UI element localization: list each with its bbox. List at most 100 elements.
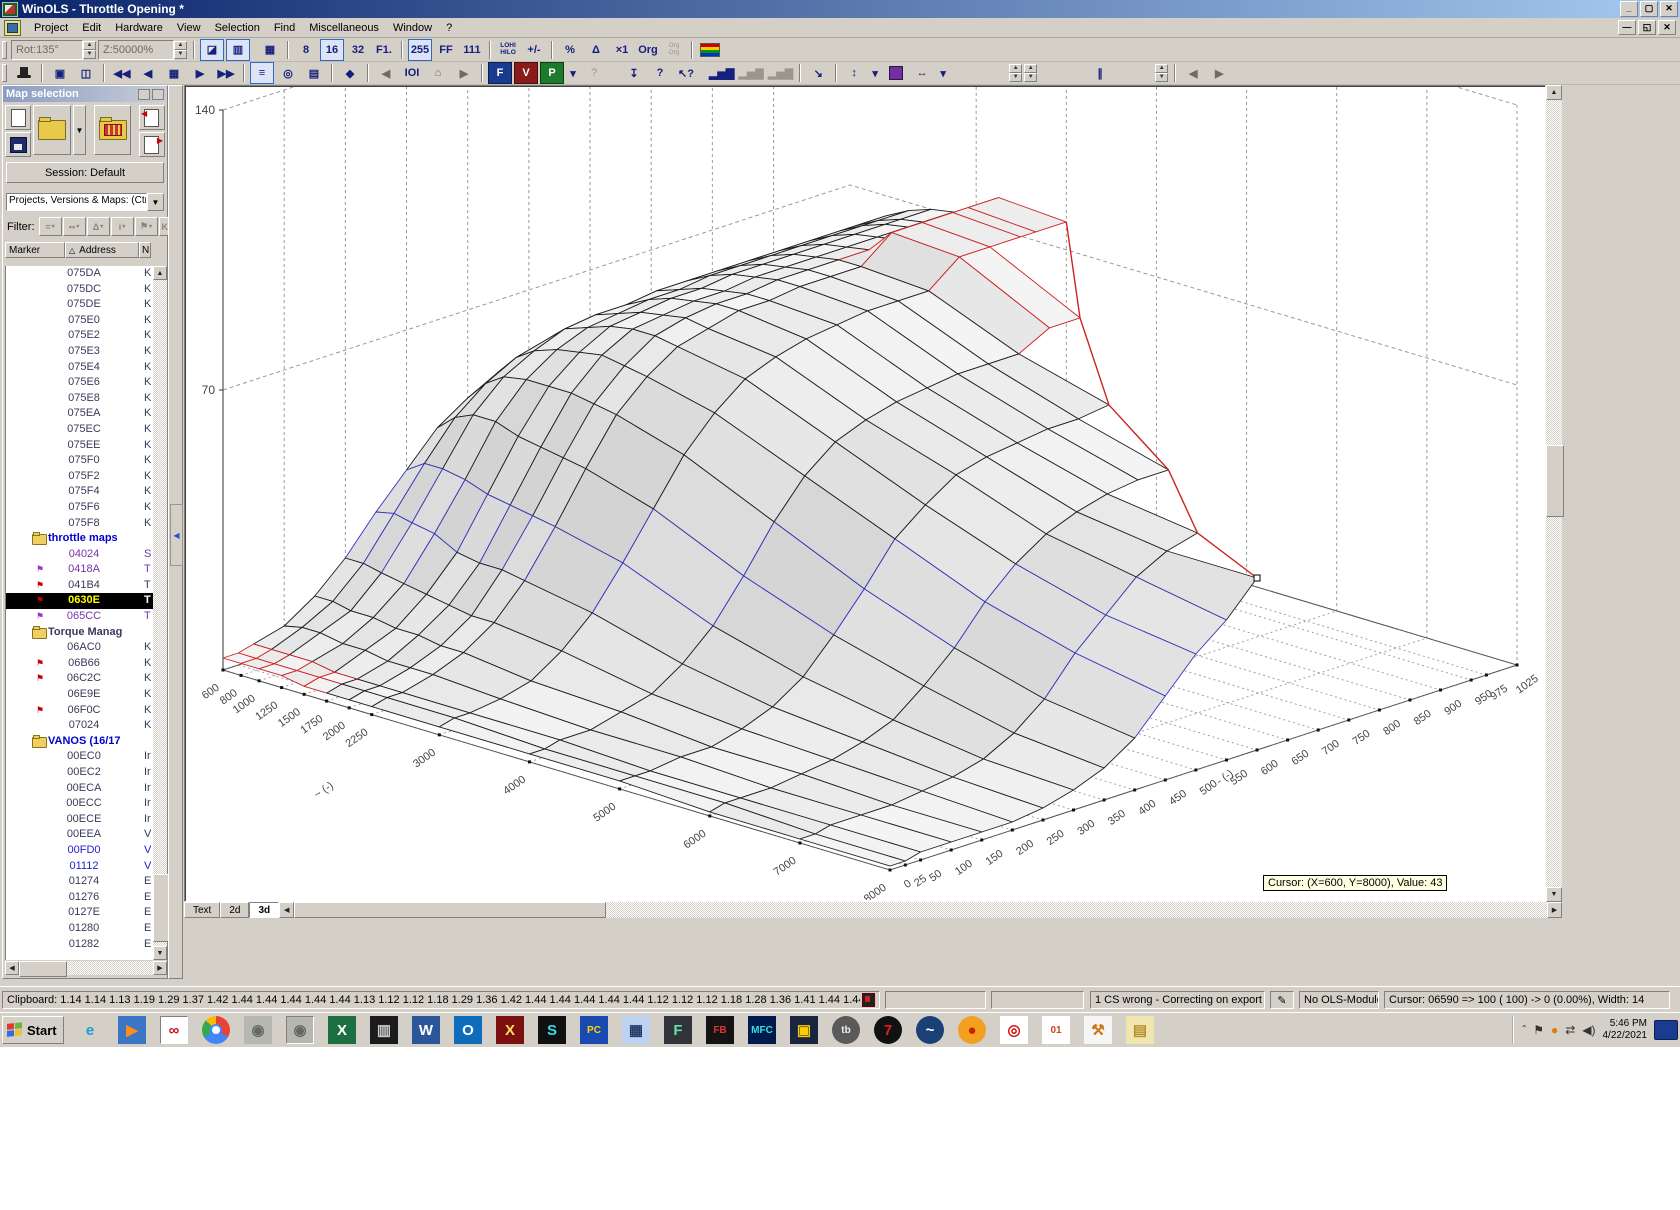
map-row[interactable]: 075DEK [6, 297, 154, 313]
tb-icon[interactable]: tb [832, 1016, 860, 1044]
map-wizard-button[interactable]: ▂▅▇ [708, 62, 735, 84]
outlook-icon[interactable]: O [454, 1016, 482, 1044]
map-row[interactable]: ⚑06B66K [6, 656, 154, 672]
auto-import-button[interactable]: ↧ [622, 62, 646, 84]
tray-network-icon[interactable]: ⇄ [1565, 1023, 1575, 1037]
tray-volume-icon[interactable]: ◀) [1582, 1023, 1595, 1037]
column-header-address[interactable]: △Address [65, 242, 139, 258]
next-map-button[interactable]: ▶ [188, 62, 212, 84]
map-row[interactable]: 01280E [6, 921, 154, 937]
hex-view-button[interactable]: FF [434, 39, 458, 61]
original-button[interactable]: Org [636, 39, 660, 61]
tab-scroll-left-icon[interactable]: ◀ [279, 902, 294, 918]
map-row[interactable]: 07024K [6, 718, 154, 734]
map-wizard3-button[interactable]: ▂▅▇ [767, 62, 794, 84]
fb-chip-icon[interactable]: FB [706, 1016, 734, 1044]
map-row[interactable]: 075E8K [6, 391, 154, 407]
spinner-control[interactable]: ▲▼ [1024, 64, 1037, 82]
map-row[interactable]: ⚑0630ET [6, 593, 154, 609]
scroll-right-button[interactable]: ▶ [1207, 62, 1231, 84]
combobox-dropdown-icon[interactable]: ▼ [147, 193, 164, 211]
mdi-document-icon[interactable] [4, 20, 21, 36]
menu-item-?[interactable]: ? [439, 20, 459, 36]
map-row[interactable]: 075E4K [6, 360, 154, 376]
filter-button-0[interactable]: =▾ [39, 217, 62, 236]
map-overview-button[interactable]: ▦ [162, 62, 186, 84]
precision-float-button[interactable]: F1. [372, 39, 396, 61]
tray-display-icon[interactable] [1654, 1020, 1678, 1040]
panel-splitter[interactable]: ◀ [168, 85, 183, 979]
spinner-control[interactable]: ▲▼ [83, 41, 96, 59]
precision-16bit-button[interactable]: 16 [320, 39, 344, 61]
map-row[interactable]: ⚑06F0CK [6, 703, 154, 719]
menu-item-hardware[interactable]: Hardware [108, 20, 170, 36]
factor-x1-button[interactable]: ×1 [610, 39, 634, 61]
magic-hat-button[interactable] [12, 62, 36, 84]
menu-item-project[interactable]: Project [27, 20, 75, 36]
tray-flag-icon[interactable]: ⚑ [1533, 1023, 1544, 1037]
map-row[interactable]: 00EEAV [6, 827, 154, 843]
security-target-icon[interactable]: ◎ [1000, 1016, 1028, 1044]
open-project-dropdown[interactable]: ▼ [73, 105, 87, 155]
binoculars-search-button[interactable]: IOI [400, 62, 424, 84]
panel-close-button[interactable] [152, 89, 164, 100]
chrome-icon[interactable] [202, 1016, 230, 1044]
tab-scroll-right-icon[interactable]: ▶ [1547, 902, 1562, 918]
map-row[interactable]: 00ECAIr [6, 781, 154, 797]
map-row[interactable]: 075F6K [6, 500, 154, 516]
map-row[interactable]: 0127EE [6, 905, 154, 921]
what-is-button[interactable]: ? [582, 62, 606, 84]
column-header-marker[interactable]: Marker [5, 242, 65, 258]
panel-pin-button[interactable] [138, 89, 150, 100]
map-list-horizontal-scrollbar[interactable]: ◀ ▶ [5, 961, 167, 975]
close-button[interactable]: ✕ [1660, 1, 1678, 17]
factor-f-button[interactable]: F [488, 62, 512, 84]
fill-color-button[interactable] [884, 62, 908, 84]
map-row[interactable]: 00FD0V [6, 843, 154, 859]
map-row[interactable]: ⚑065CCT [6, 609, 154, 625]
map-selection-title-bar[interactable]: Map selection [3, 86, 167, 102]
map-row[interactable]: 075EEK [6, 438, 154, 454]
eprom-chip-icon[interactable]: ▥ [370, 1016, 398, 1044]
tray-updates-icon[interactable]: ● [1551, 1023, 1558, 1037]
map-row[interactable]: 01274E [6, 874, 154, 890]
map-row[interactable]: 075F0K [6, 453, 154, 469]
map-list-vertical-scrollbar[interactable]: ▲ ▼ [153, 266, 167, 960]
spinner-control[interactable]: ▲▼ [1155, 64, 1168, 82]
file-manager-icon[interactable]: ▤ [1126, 1016, 1154, 1044]
map-row[interactable]: 04024S [6, 547, 154, 563]
map-row[interactable]: 01112V [6, 859, 154, 875]
map-row[interactable]: 075DCK [6, 282, 154, 298]
parameter-p-button[interactable]: P [540, 62, 564, 84]
map-folder-row[interactable]: throttle maps [6, 531, 154, 547]
soccer-7-icon[interactable]: 7 [874, 1016, 902, 1044]
swiftec-icon[interactable]: S [538, 1016, 566, 1044]
export-map-button[interactable]: ↘ [806, 62, 830, 84]
import-page-button[interactable]: ◀ [139, 105, 165, 130]
minimize-button[interactable]: _ [1620, 1, 1638, 17]
help-button[interactable]: ? [648, 62, 672, 84]
map-folder-row[interactable]: VANOS (16/17 [6, 734, 154, 750]
tab-text[interactable]: Text [184, 902, 220, 918]
filter-button-1[interactable]: ▪▪▾ [63, 217, 86, 236]
precision-8bit-button[interactable]: 8 [294, 39, 318, 61]
column-width-button[interactable]: ↔ [910, 62, 934, 84]
first-map-button[interactable]: ◀◀ [110, 62, 134, 84]
map-row[interactable]: 00EC2Ir [6, 765, 154, 781]
save-project-button[interactable] [5, 132, 31, 157]
excel-icon[interactable]: X [328, 1016, 356, 1044]
calculator-icon[interactable]: ▦ [622, 1016, 650, 1044]
map-row[interactable]: ⚑0418AT [6, 562, 154, 578]
x-ee-icon[interactable]: X [496, 1016, 524, 1044]
mdi-restore-button[interactable]: ◱ [1638, 20, 1656, 35]
pcmflash-icon[interactable]: PC [580, 1016, 608, 1044]
mdi-close-button[interactable]: ✕ [1658, 20, 1676, 35]
search-cover-button[interactable]: ⌂ [426, 62, 450, 84]
view-axes-button[interactable]: ▥ [226, 39, 250, 61]
tile-windows-button[interactable]: ◫ [74, 62, 98, 84]
previous-map-button[interactable]: ◀ [136, 62, 160, 84]
map-row[interactable]: 06AC0K [6, 640, 154, 656]
org-org-button[interactable]: Org Org [662, 39, 686, 61]
internet-explorer-icon[interactable]: e [76, 1016, 104, 1044]
binary-cube-icon[interactable]: 01 [1042, 1016, 1070, 1044]
